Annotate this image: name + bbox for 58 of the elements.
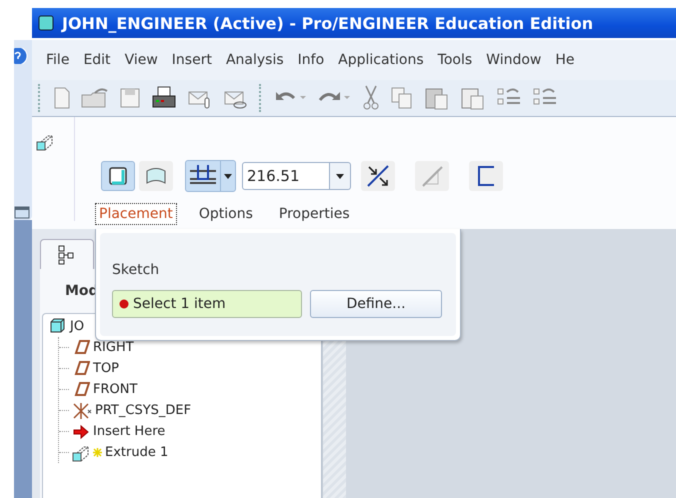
save-icon[interactable] xyxy=(119,87,141,109)
surface-button[interactable] xyxy=(139,161,173,191)
arrow-icon xyxy=(72,422,90,440)
status-dot-icon xyxy=(119,299,129,309)
tree-item[interactable]: Insert Here xyxy=(93,424,166,439)
menu-item[interactable]: Analysis xyxy=(220,52,290,68)
diagonal-arrow-icon xyxy=(366,164,390,188)
dropdown-caret-icon xyxy=(336,174,344,178)
tree-item[interactable]: PRT_CSYS_DEF xyxy=(95,403,192,418)
extrude-icon xyxy=(72,444,90,462)
model-tree-tab[interactable] xyxy=(40,239,94,269)
datum-plane-icon xyxy=(72,360,90,378)
menu-item[interactable]: File xyxy=(40,52,76,68)
help-icon[interactable] xyxy=(14,48,28,64)
dashboard-tab[interactable]: Options xyxy=(194,203,257,225)
depth-field[interactable]: 216.51 xyxy=(242,162,330,190)
menu-item[interactable]: He xyxy=(549,52,581,68)
tree-icon xyxy=(58,244,76,264)
folder-icon[interactable] xyxy=(81,87,109,109)
tree-item[interactable]: FRONT xyxy=(93,382,138,397)
menu-item[interactable]: Tools xyxy=(432,52,478,68)
menu-item[interactable]: Edit xyxy=(77,52,117,68)
document-icon[interactable] xyxy=(53,87,71,109)
bracket-icon xyxy=(476,165,496,187)
remove-material-button[interactable] xyxy=(415,161,449,191)
printer-icon[interactable] xyxy=(151,86,177,110)
flip-direction-button[interactable] xyxy=(361,161,395,191)
menu-item[interactable]: Applications xyxy=(332,52,430,68)
dashboard-tab[interactable]: Properties xyxy=(274,203,354,225)
surface-icon xyxy=(145,167,167,185)
window-icon[interactable] xyxy=(14,204,30,220)
section-label: Sketch xyxy=(112,262,160,278)
selection-field[interactable]: Select 1 item xyxy=(112,290,302,318)
thicken-button[interactable] xyxy=(469,161,503,191)
menu-item[interactable]: Insert xyxy=(166,52,218,68)
coordinate-system-icon xyxy=(72,402,92,420)
depth-option-button[interactable] xyxy=(185,160,236,192)
tree-item[interactable]: JO xyxy=(70,319,84,334)
dashboard-tab[interactable]: Placement xyxy=(95,203,177,225)
tree-item[interactable]: Extrude 1 xyxy=(105,445,168,460)
dropdown-caret-icon xyxy=(224,174,232,178)
datum-plane-icon xyxy=(72,338,90,356)
menu-item[interactable]: Window xyxy=(480,52,548,68)
define-button[interactable]: Define... xyxy=(310,290,442,318)
window-title: JOHN_ENGINEER (Active) - Pro/ENGINEER Education Edition xyxy=(62,14,594,32)
tree-item[interactable]: TOP xyxy=(93,361,120,376)
menu-item[interactable]: View xyxy=(118,52,164,68)
solid-icon xyxy=(108,166,128,186)
part-icon xyxy=(49,318,67,336)
datum-plane-icon xyxy=(72,380,90,398)
menu-item[interactable]: Info xyxy=(292,52,330,68)
solid-button[interactable] xyxy=(101,161,135,191)
app-icon xyxy=(38,15,54,31)
tree-item[interactable]: RIGHT xyxy=(93,340,134,355)
copy-icon[interactable] xyxy=(390,86,414,110)
scissors-icon[interactable] xyxy=(362,85,380,111)
dropdown-button[interactable] xyxy=(330,162,351,190)
star-icon xyxy=(93,448,102,457)
